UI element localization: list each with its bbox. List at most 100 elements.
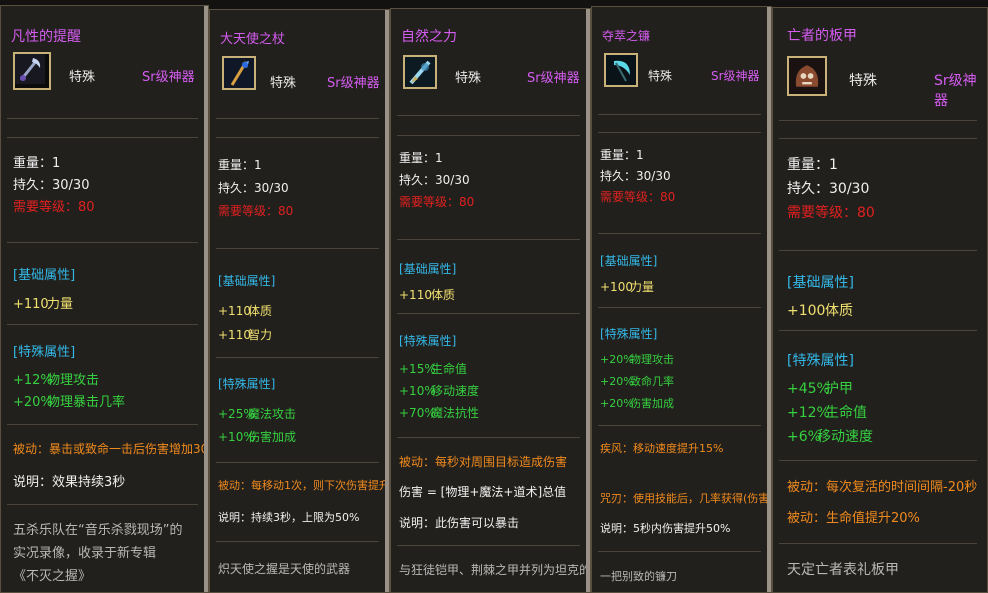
item-card-2[interactable]: 大天使之杖 特殊 Sr级神器 重量：1 持久：30/30 需要等级：80 [基础… [209,9,390,593]
attribute-value: +12% [13,373,53,388]
item-name: 夺萃之镰 [602,29,651,43]
divider [216,541,379,542]
weight-text: 重量：1 [13,156,61,171]
divider [397,545,580,546]
attribute-value: +20% [600,397,634,410]
special-attributes-header: [特殊属性] [13,345,76,360]
divider [779,330,977,331]
special-attribute: +20%物理攻击 [600,351,674,367]
divider [779,250,977,251]
passive-text: 被动：生命值提升20% [787,511,920,526]
base-attributes-header: [基础属性] [399,262,457,276]
divider [598,233,761,234]
flavor-text: 《不灭之握》 [13,569,92,584]
weight-text: 重量：1 [218,158,262,172]
passive-text: 被动：每移动1次，则下次伤害提升5% [218,479,390,492]
attribute-value: +110 [218,328,251,342]
attribute-name: 物理攻击 [47,373,100,388]
flavor-text: 实况录像，收录于新专辑 [13,546,157,561]
attribute-value: +12% [787,405,830,421]
item-category: 特殊 [69,70,96,85]
level-requirement: 需要等级：80 [399,195,475,209]
passive-text: 疾风：移动速度提升15% [600,442,724,455]
attribute-name: 伤害加成 [248,430,297,444]
sickle-icon [604,53,638,87]
passive-text: 被动：暴击或致命一击后伤害增加30% [13,442,209,456]
attribute-name: 生命值 [431,362,468,376]
item-rank: Sr级神器 [142,70,195,85]
item-card-3[interactable]: 自然之力 特殊 Sr级神器 重量：1 持久：30/30 需要等级：80 [基础属… [390,8,591,593]
flavor-text: 五杀乐队在“音乐杀戮现场”的 [13,523,183,538]
attribute-value: +20% [600,353,634,366]
special-attribute: +45%护甲 [787,378,853,398]
base-attribute: +110体质 [399,286,455,303]
special-attribute: +70%魔法抗性 [399,404,479,421]
divider [397,437,580,438]
base-attribute: +110智力 [218,326,272,343]
attribute-name: 体质 [248,304,273,318]
item-name: 自然之力 [401,29,457,45]
special-attributes-header: [特殊属性] [787,353,854,369]
attribute-value: +25% [218,407,255,421]
attribute-name: 移动速度 [817,429,873,445]
weight-text: 重量：1 [399,151,443,165]
item-category: 特殊 [455,71,482,86]
attribute-value: +10% [399,384,436,398]
attribute-name: 致命几率 [630,375,674,388]
divider [397,239,580,240]
durability-text: 持久：30/30 [13,178,90,193]
note-text: 说明：5秒内伤害提升50% [600,522,731,535]
base-attribute: +100体质 [787,300,853,320]
note-text: 说明：持续3秒，上限为50% [218,511,360,524]
weight-text: 重量：1 [600,148,644,162]
passive-text: 咒刃：使用技能后，几率获得(伤害增幅 [600,492,771,505]
attribute-name: 物理暴击几率 [47,395,126,410]
level-requirement: 需要等级：80 [787,205,875,221]
divider [216,248,379,249]
base-attributes-header: [基础属性] [13,268,76,283]
attribute-name: 移动速度 [431,384,480,398]
special-attributes-header: [特殊属性] [218,377,276,391]
item-card-5[interactable]: 亡者的板甲 特殊 Sr级神器 重量：1 持久：30/30 需要等级：80 [基础… [772,7,988,593]
attribute-value: +100 [600,280,633,294]
note-text: 说明：此伤害可以暴击 [399,516,520,530]
attribute-name: 魔法抗性 [431,406,480,420]
attribute-value: +45% [787,381,830,397]
passive-text: 被动：每次复活的时间间隔-20秒 [787,480,978,495]
divider [397,313,580,314]
staff-icon [222,56,256,90]
item-category: 特殊 [849,73,877,89]
attribute-value: +10% [218,430,255,444]
special-attributes-header: [特殊属性] [600,327,658,341]
divider [397,135,580,136]
attribute-value: +110 [13,297,49,312]
divider [7,242,198,243]
special-attribute: +6%移动速度 [787,426,873,446]
divider [598,307,761,308]
base-attributes-header: [基础属性] [600,254,658,268]
item-card-1[interactable]: 凡性的提醒 特殊 Sr级神器 重量：1 持久：30/30 需要等级：80 [基础… [0,5,209,593]
base-attributes-header: [基础属性] [787,275,854,291]
attribute-value: +6% [787,429,821,445]
attribute-value: +110 [399,288,432,302]
divider [779,460,977,461]
durability-text: 持久：30/30 [787,181,870,197]
base-attribute: +110力量 [13,293,73,312]
scythe-icon [13,52,51,90]
skull-armor-icon [787,56,827,96]
attribute-value: +20% [13,395,53,410]
level-requirement: 需要等级：80 [600,190,676,204]
attribute-value: +15% [399,362,436,376]
attribute-name: 力量 [47,297,74,312]
base-attribute: +110体质 [218,302,272,319]
item-card-4[interactable]: 夺萃之镰 特殊 Sr级神器 重量：1 持久：30/30 需要等级：80 [基础属… [591,6,772,593]
level-requirement: 需要等级：80 [218,204,294,218]
attribute-name: 护甲 [825,381,853,397]
item-category: 特殊 [270,76,297,91]
divider [397,115,580,116]
divider [216,137,379,138]
item-rank: Sr级神器 [527,71,580,86]
item-rank: Sr级神器 [934,73,977,109]
nature-sword-icon [403,55,437,89]
item-rank: Sr级神器 [711,69,760,83]
